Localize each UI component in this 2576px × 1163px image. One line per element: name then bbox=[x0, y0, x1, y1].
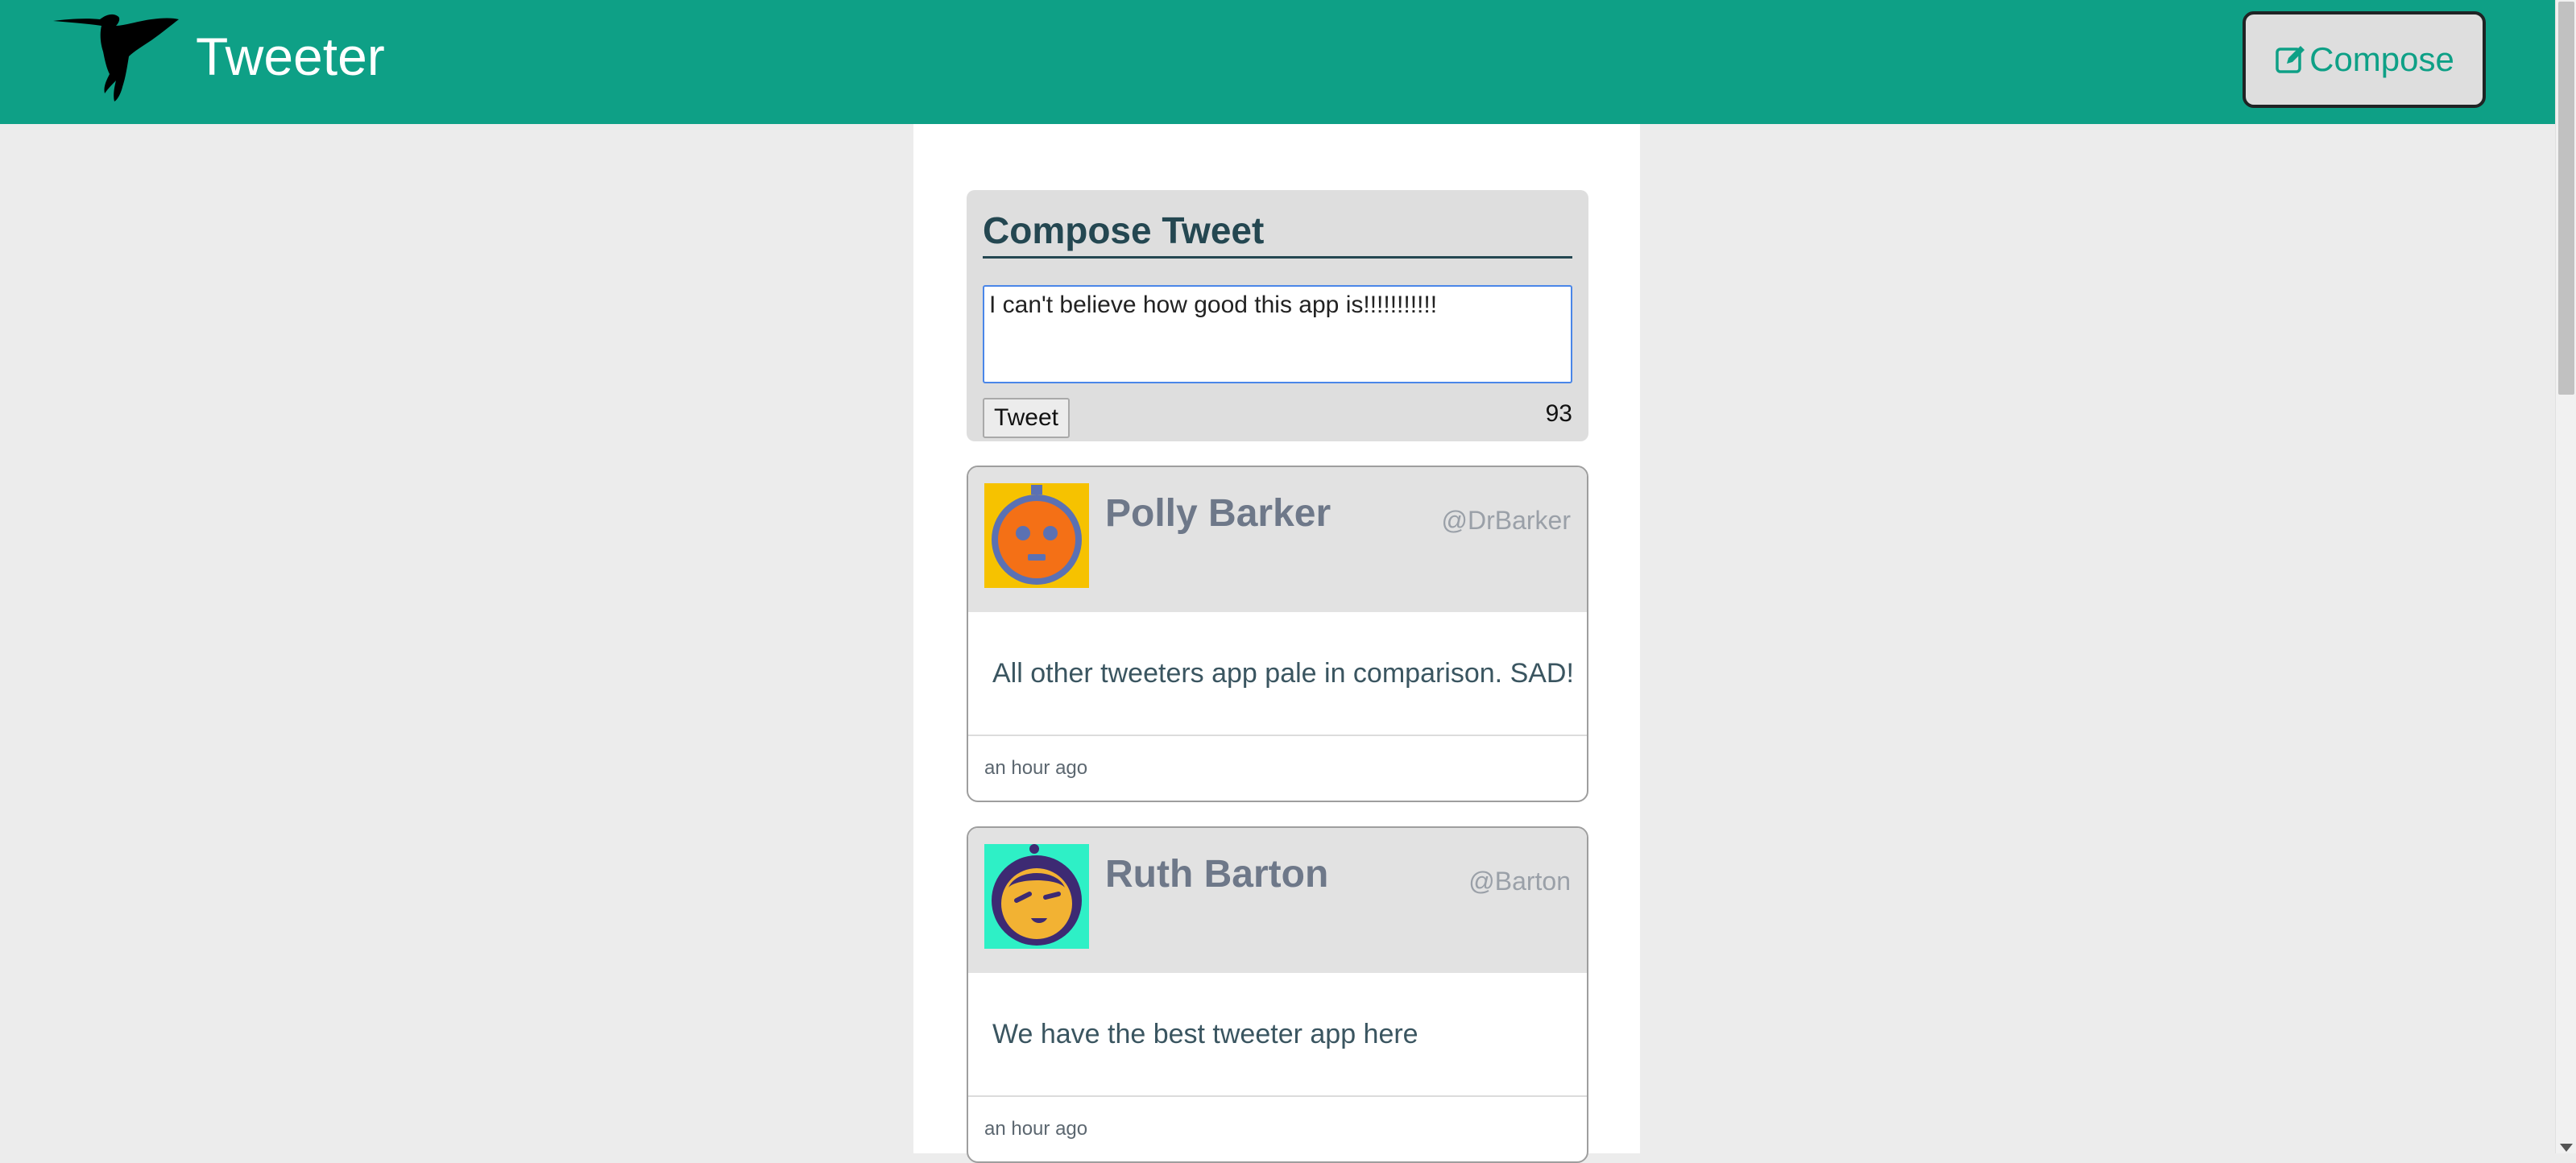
compose-button[interactable]: Compose bbox=[2243, 11, 2486, 108]
tweet-timestamp: an hour ago bbox=[984, 1118, 1088, 1140]
page-scrollbar[interactable] bbox=[2555, 0, 2576, 1153]
compose-heading: Compose Tweet bbox=[983, 208, 1572, 259]
robot-avatar-icon bbox=[984, 483, 1089, 588]
tweet-header: Ruth Barton @Barton bbox=[968, 828, 1587, 973]
tweet-timestamp: an hour ago bbox=[984, 757, 1088, 779]
tweet-header: Polly Barker @DrBarker bbox=[968, 467, 1587, 612]
hummingbird-icon bbox=[53, 14, 179, 102]
top-nav: Tweeter Compose bbox=[0, 0, 2555, 124]
tweet-text-input[interactable]: I can't believe how good this app is!!!!… bbox=[983, 285, 1572, 383]
app-title: Tweeter bbox=[196, 27, 385, 86]
char-counter: 93 bbox=[1545, 400, 1572, 427]
scrollbar-thumb[interactable] bbox=[2558, 2, 2574, 395]
main-container: Compose Tweet I can't believe how good t… bbox=[913, 124, 1640, 1163]
tweet-card: Polly Barker @DrBarker All other tweeter… bbox=[967, 466, 1588, 802]
tweet-author-name: Polly Barker bbox=[1105, 492, 1331, 535]
tweet-author-handle: @Barton bbox=[1468, 867, 1571, 896]
tweet-content: We have the best tweeter app here bbox=[968, 973, 1587, 1097]
compose-tweet-panel: Compose Tweet I can't believe how good t… bbox=[967, 190, 1588, 441]
pencil-square-icon bbox=[2276, 46, 2305, 73]
compose-button-label: Compose bbox=[2309, 40, 2454, 78]
tweet-author-handle: @DrBarker bbox=[1441, 506, 1572, 535]
tweet-card: Ruth Barton @Barton We have the best twe… bbox=[967, 826, 1588, 1163]
scroll-down-arrow-icon[interactable] bbox=[2560, 1144, 2573, 1152]
tweet-author-name: Ruth Barton bbox=[1105, 853, 1329, 896]
tweet-content: All other tweeters app pale in compariso… bbox=[968, 612, 1587, 736]
tweet-submit-button[interactable]: Tweet bbox=[983, 398, 1070, 438]
winking-face-avatar-icon bbox=[984, 844, 1089, 949]
